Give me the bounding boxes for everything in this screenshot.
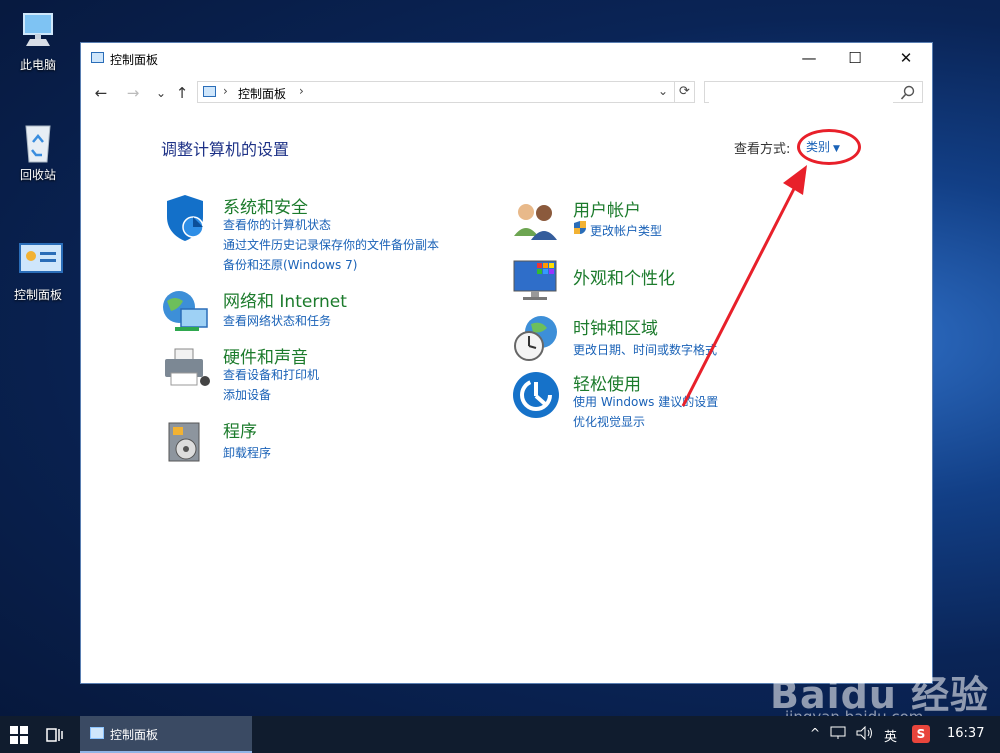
category-network-internet: 网络和 Internet 查看网络状态和任务	[161, 287, 521, 337]
title-bar[interactable]: 控制面板 — ☐ ✕	[81, 43, 932, 73]
control-panel-icon	[90, 727, 104, 739]
refresh-button[interactable]: ⟳	[675, 81, 695, 103]
desktop-icon-label: 回收站	[19, 168, 56, 182]
desktop-icon-label: 控制面板	[13, 288, 62, 302]
control-panel-icon	[18, 240, 63, 280]
control-panel-icon	[91, 52, 104, 63]
breadcrumb-control-panel[interactable]: 控制面板	[238, 85, 286, 102]
ime-indicator[interactable]: 英	[884, 726, 897, 745]
category-title[interactable]: 外观和个性化	[573, 264, 675, 289]
appearance-monitor-icon	[513, 260, 557, 300]
category-title[interactable]: 硬件和声音	[223, 343, 308, 368]
minimize-button[interactable]: —	[786, 43, 832, 73]
desktop-icon-control-panel[interactable]: 控制面板	[6, 240, 70, 303]
link-view-computer-status[interactable]: 查看你的计算机状态	[223, 216, 331, 233]
category-hardware-sound: 硬件和声音 查看设备和打印机 添加设备	[161, 343, 521, 403]
view-by-label: 查看方式:	[734, 142, 791, 157]
clock-globe-icon	[514, 316, 557, 361]
user-accounts-icon	[514, 204, 557, 240]
taskbar-app-control-panel[interactable]: 控制面板	[80, 716, 252, 753]
annotation-circle	[797, 129, 861, 165]
uac-shield-icon	[573, 220, 587, 239]
search-box[interactable]	[704, 81, 923, 103]
link-view-network-status[interactable]: 查看网络状态和任务	[223, 312, 331, 329]
page-title: 调整计算机的设置	[161, 140, 290, 159]
link-optimize-visual-display[interactable]: 优化视觉显示	[573, 413, 645, 430]
navigation-bar: ← → ⌄ ↑ › 控制面板 › ⌄ ⟳	[81, 79, 932, 107]
close-button[interactable]: ✕	[883, 43, 929, 73]
window-title: 控制面板	[110, 53, 159, 67]
link-add-device[interactable]: 添加设备	[223, 386, 271, 403]
back-button[interactable]: ←	[91, 83, 111, 103]
link-backup-restore[interactable]: 备份和还原(Windows 7)	[223, 256, 357, 273]
category-title[interactable]: 程序	[223, 417, 257, 442]
address-bar[interactable]: › 控制面板 › ⌄	[197, 81, 675, 103]
category-title[interactable]: 时钟和区域	[573, 314, 658, 339]
maximize-button[interactable]: ☐	[832, 43, 878, 73]
link-change-account-type[interactable]: 更改帐户类型	[590, 222, 662, 239]
search-input[interactable]	[709, 83, 893, 103]
programs-icon	[168, 422, 200, 462]
breadcrumb-separator[interactable]: ›	[299, 84, 304, 98]
task-view-icon[interactable]	[44, 725, 64, 745]
desktop-icon-label: 此电脑	[19, 58, 56, 72]
search-icon[interactable]	[900, 85, 916, 101]
category-title[interactable]: 系统和安全	[223, 193, 308, 218]
recent-locations-button[interactable]: ⌄	[151, 83, 171, 103]
computer-icon	[18, 10, 58, 50]
taskbar-clock[interactable]: 16:37	[947, 726, 984, 741]
printer-icon	[165, 348, 210, 386]
category-programs: 程序 卸载程序	[161, 417, 521, 467]
windows-start-icon[interactable]	[10, 726, 28, 744]
network-globe-icon	[163, 291, 208, 331]
ease-of-access-icon	[513, 372, 559, 418]
volume-icon[interactable]	[856, 725, 874, 743]
category-system-security: 系统和安全 查看你的计算机状态 通过文件历史记录保存你的文件备份副本 备份和还原…	[161, 193, 521, 273]
control-panel-icon	[203, 86, 216, 97]
annotation-arrow	[681, 165, 807, 407]
tray-overflow-icon[interactable]: ^	[810, 726, 820, 740]
forward-button[interactable]: →	[123, 83, 143, 103]
up-button[interactable]: ↑	[172, 83, 192, 103]
category-title[interactable]: 用户帐户	[573, 196, 641, 221]
breadcrumb-separator: ›	[223, 84, 228, 98]
network-icon[interactable]	[830, 726, 846, 743]
taskbar-app-label: 控制面板	[110, 728, 159, 742]
recycle-bin-icon	[18, 120, 58, 163]
sogou-input-icon[interactable]: S	[912, 725, 930, 743]
control-panel-window: 控制面板 — ☐ ✕ ← → ⌄ ↑ › 控制面板 › ⌄ ⟳ 调整计算机的设置…	[80, 42, 933, 684]
category-title[interactable]: 网络和 Internet	[223, 287, 347, 312]
address-dropdown-button[interactable]: ⌄	[658, 84, 668, 98]
desktop-icon-this-pc[interactable]: 此电脑	[6, 10, 70, 73]
link-uninstall-program[interactable]: 卸载程序	[223, 444, 271, 461]
desktop-icon-recycle-bin[interactable]: 回收站	[6, 120, 70, 183]
shield-icon	[167, 195, 204, 241]
category-title[interactable]: 轻松使用	[573, 370, 641, 395]
link-devices-printers[interactable]: 查看设备和打印机	[223, 366, 319, 383]
link-file-history-backup[interactable]: 通过文件历史记录保存你的文件备份副本	[223, 236, 439, 253]
taskbar: 控制面板 ^ 英 S 16:37	[0, 716, 1000, 753]
